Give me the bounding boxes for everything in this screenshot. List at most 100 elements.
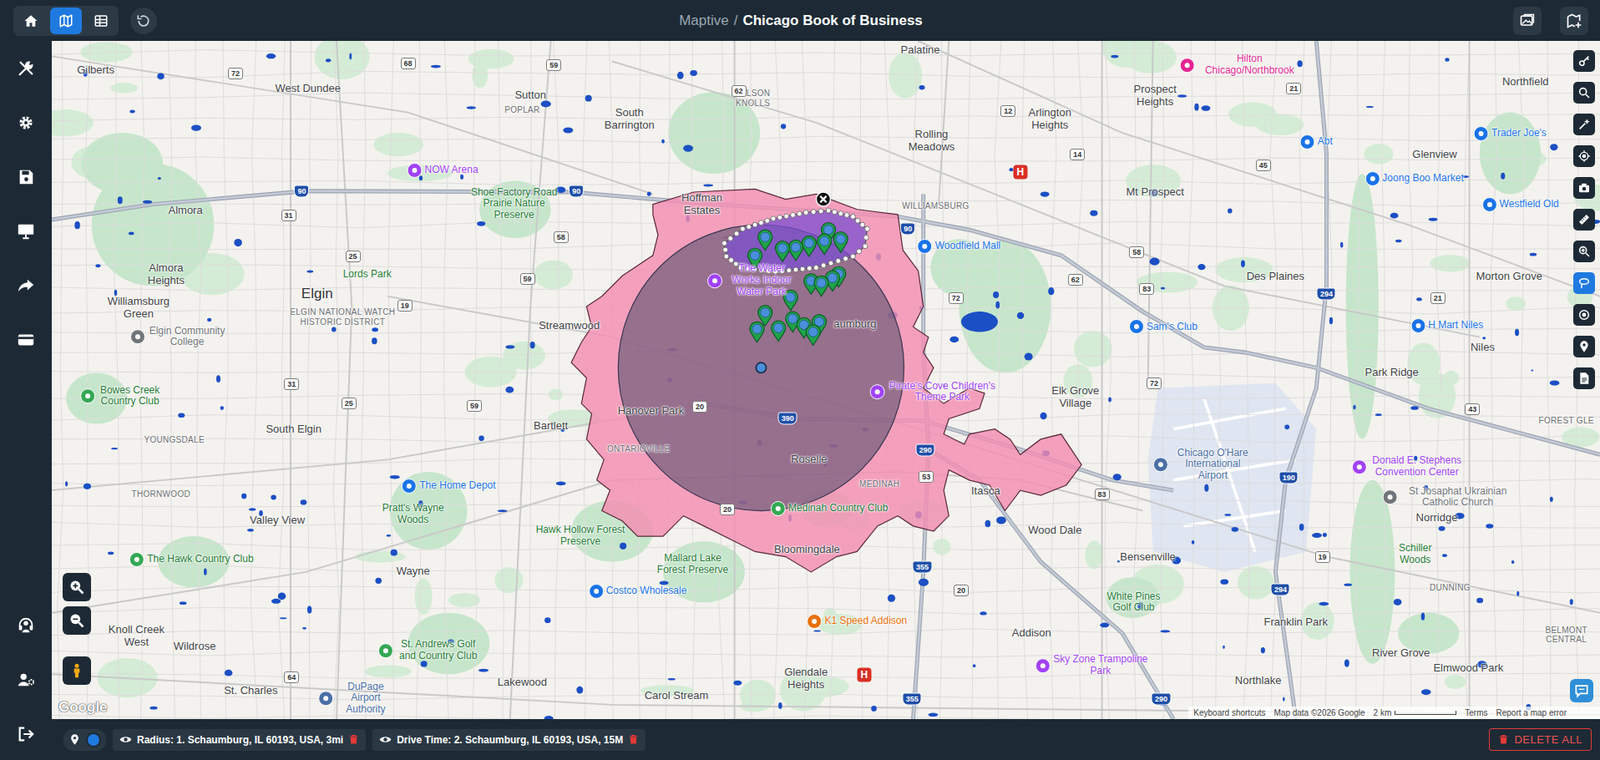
lasso-selection[interactable] [724, 210, 867, 272]
lasso-handle[interactable] [796, 211, 802, 217]
lasso-handle[interactable] [724, 253, 730, 259]
district-label[interactable]: DUNNING [1429, 583, 1471, 594]
road-shield[interactable]: 53 [918, 470, 934, 483]
place-label[interactable]: Morton Grove [1475, 270, 1542, 284]
lasso-handle[interactable] [844, 212, 850, 218]
map-marker[interactable] [758, 229, 773, 250]
lasso-handle[interactable] [746, 224, 752, 230]
place-label[interactable]: West Dundee [274, 82, 341, 96]
poi-label[interactable]: Joong Boo Market [1364, 171, 1464, 187]
lasso-handle[interactable] [860, 222, 866, 228]
place-label[interactable]: aumburg [833, 317, 876, 330]
place-label[interactable]: Glendale Heights [769, 666, 842, 692]
lasso-handle[interactable] [733, 261, 739, 267]
road-shield[interactable]: 64 [283, 671, 299, 684]
keyboard-shortcuts-link[interactable]: Keyboard shortcuts [1193, 707, 1266, 719]
map-marker[interactable] [788, 239, 803, 260]
map-tool-button[interactable] [1573, 272, 1595, 294]
place-label[interactable]: Itasca [971, 485, 1001, 498]
road-shield[interactable]: 59 [520, 273, 536, 285]
lasso-handle[interactable] [828, 260, 834, 266]
district-label[interactable]: MEDINAH [859, 479, 900, 490]
poi-label[interactable]: The Water Works Indoor Water Park [707, 263, 800, 299]
terms-link[interactable]: Terms [1464, 707, 1488, 719]
sidebar-item[interactable] [14, 669, 38, 690]
lasso-handle[interactable] [863, 234, 869, 240]
sidebar-item[interactable] [14, 221, 38, 242]
road-shield[interactable]: 20 [953, 584, 969, 597]
poi-label[interactable]: Abt [1300, 134, 1333, 150]
place-label[interactable]: Streamwood [538, 319, 600, 333]
city-label[interactable]: Elgin [301, 285, 334, 303]
lasso-handle[interactable] [790, 212, 796, 218]
place-label[interactable]: Bartlett [533, 420, 568, 433]
poi-label[interactable]: Donald E. Stephens Convention Center [1351, 455, 1464, 479]
place-label[interactable]: Knoll Creek West [101, 623, 173, 649]
lasso-handle[interactable] [810, 209, 816, 215]
lasso-handle[interactable] [758, 220, 764, 226]
place-label[interactable]: Bensenville [1119, 550, 1176, 563]
place-label[interactable]: Sutton [514, 88, 547, 102]
interstate-shield[interactable]: 294 [1316, 288, 1337, 301]
zoom-out-button[interactable] [62, 606, 92, 635]
road-shield[interactable]: 72 [227, 67, 244, 80]
place-label[interactable]: St. Charles [223, 683, 278, 697]
close-lasso-icon[interactable] [815, 192, 831, 207]
interstate-shield[interactable]: 355 [912, 560, 932, 573]
lasso-handle[interactable] [723, 247, 729, 253]
lasso-handle[interactable] [838, 211, 844, 217]
road-shield[interactable]: 25 [341, 397, 357, 410]
place-label[interactable]: River Grove [1372, 646, 1430, 659]
lasso-handle[interactable] [728, 235, 734, 241]
map-tool-button[interactable] [1573, 81, 1595, 104]
road-shield[interactable]: 43 [1464, 403, 1480, 416]
place-label[interactable]: Des Plaines [1246, 270, 1305, 284]
map-tool-button[interactable] [1573, 145, 1595, 168]
sidebar-item[interactable] [14, 112, 38, 133]
map-tool-button[interactable] [1573, 367, 1595, 390]
district-label[interactable]: POPLAR [504, 105, 540, 116]
add-map-button[interactable] [1559, 6, 1589, 36]
road-shield[interactable]: 62 [730, 85, 746, 97]
poi-label[interactable]: Sam's Club [1129, 318, 1198, 335]
radius-area[interactable] [617, 224, 904, 511]
road-shield[interactable]: 83 [1139, 283, 1155, 295]
map-marker[interactable] [771, 320, 786, 341]
lasso-handle[interactable] [784, 213, 790, 219]
interstate-shield[interactable]: 390 [778, 412, 798, 426]
poi-label[interactable]: Chicago O'Hare International Airport [1153, 447, 1256, 482]
golf-course-label[interactable]: Medinah Country Club [770, 501, 888, 517]
place-label[interactable]: Prospect Heights [1118, 83, 1191, 109]
district-label[interactable]: THORNWOOD [131, 489, 191, 500]
view-tab[interactable] [50, 7, 82, 35]
map-marker[interactable] [833, 232, 848, 253]
place-label[interactable]: Almora Heights [130, 262, 203, 288]
place-label[interactable]: Hanover Park [617, 404, 684, 417]
poi-label[interactable]: NOW Arena [407, 162, 479, 178]
place-label[interactable]: Mt Prospect [1125, 186, 1184, 199]
road-shield[interactable]: 59 [546, 59, 562, 71]
golf-course-label[interactable]: The Hawk Country Club [129, 551, 254, 568]
road-shield[interactable]: 83 [1094, 488, 1110, 501]
district-label[interactable]: YOUNGSDALE [143, 435, 204, 446]
park-label[interactable]: Schiller Woods [1389, 542, 1441, 567]
place-label[interactable]: Northfield [1502, 75, 1550, 88]
road-shield[interactable]: 45 [1255, 159, 1271, 172]
road-shield[interactable]: 58 [1129, 246, 1145, 259]
road-shield[interactable]: 59 [466, 400, 482, 412]
brand-name[interactable]: Maptive [678, 12, 730, 30]
map-tool-button[interactable] [1573, 303, 1595, 326]
sidebar-item[interactable] [14, 167, 38, 188]
place-label[interactable]: Palatine [901, 44, 941, 57]
place-label[interactable]: Wayne [396, 564, 431, 578]
district-label[interactable]: ONTARIOVILLE [607, 444, 671, 455]
poi-label[interactable]: Elgin Community College [129, 325, 227, 350]
map-marker[interactable] [817, 233, 832, 254]
place-label[interactable]: Wood Dale [1027, 523, 1082, 537]
lasso-handle[interactable] [831, 209, 837, 215]
park-label[interactable]: Mallard Lake Forest Preserve [652, 553, 735, 578]
report-error-link[interactable]: Report a map error [1496, 707, 1567, 719]
lasso-handle[interactable] [850, 213, 856, 219]
undo-button[interactable] [130, 7, 157, 35]
street-view-button[interactable] [62, 656, 92, 685]
